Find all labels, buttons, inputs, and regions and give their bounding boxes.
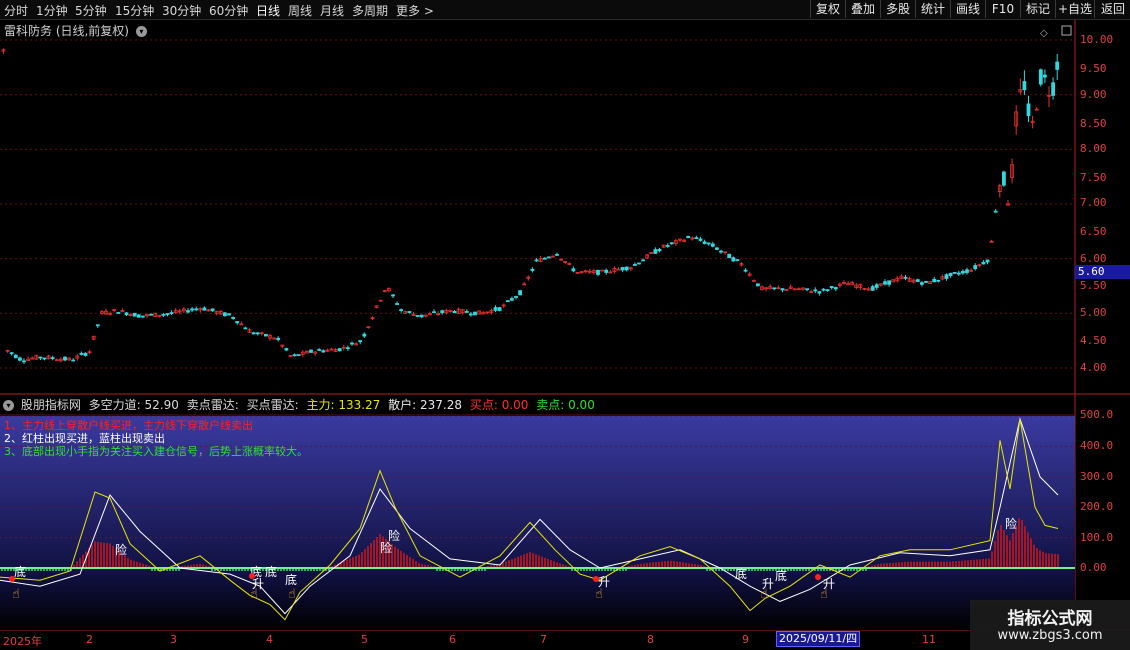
signal-label: 底 (14, 564, 26, 579)
buy-signal-dot (815, 574, 821, 580)
time-tick: 5 (361, 633, 368, 646)
chevron-down-icon[interactable]: ▾ (3, 400, 14, 411)
price-tick: 9.00 (1080, 88, 1107, 101)
price-tick: 7.00 (1080, 196, 1107, 209)
price-tick: 8.50 (1080, 117, 1107, 130)
signal-label: 底 (285, 572, 297, 587)
time-tick: 9 (742, 633, 749, 646)
signal-label: 险 (388, 528, 400, 543)
time-tick: 3 (170, 633, 177, 646)
buy-signal-dot (593, 576, 599, 582)
price-tick: 10.00 (1080, 33, 1114, 46)
price-tick: 5.00 (1080, 306, 1107, 319)
price-tick: 4.50 (1080, 334, 1107, 347)
time-tick: 7 (540, 633, 547, 646)
current-price-tag: 5.60 (1075, 265, 1130, 279)
indicator-tick: 100.0 (1080, 531, 1114, 544)
indicator-field-retail: 散户: 237.28 (388, 398, 463, 412)
buy-signal-dot (9, 576, 15, 582)
hand-pointer-icon: ☝ (12, 587, 20, 602)
indicator-tick: 400.0 (1080, 439, 1114, 452)
indicator-tick: 500.0 (1080, 408, 1114, 421)
signal-label: 底 (265, 564, 277, 579)
price-tick: 8.00 (1080, 142, 1107, 155)
indicator-tick: 0.00 (1080, 561, 1107, 574)
price-tick: 6.00 (1080, 252, 1107, 265)
watermark-title: 指标公式网 (1007, 609, 1093, 629)
signal-label: 险 (1005, 516, 1017, 531)
hand-pointer-icon: ☝ (820, 587, 828, 602)
price-tick: 9.50 (1080, 62, 1107, 75)
time-tick: 8 (647, 633, 654, 646)
indicator-field-power: 多空力道: 52.90 (88, 398, 179, 412)
price-tick: 7.50 (1080, 171, 1107, 184)
hand-pointer-icon: ☝ (250, 587, 258, 602)
time-tick: 4 (266, 633, 273, 646)
indicator-field-buy-radar: 买点雷达: (246, 398, 299, 412)
cursor-date-tag: 2025/09/11/四 (776, 631, 861, 647)
buy-signal-dot (249, 573, 255, 579)
price-tick: 4.00 (1080, 361, 1107, 374)
signal-label: 险 (115, 542, 127, 557)
hand-pointer-icon: ☝ (760, 587, 768, 602)
time-tick: 2025年 (3, 635, 42, 648)
time-tick: 2 (86, 633, 93, 646)
indicator-tick: 200.0 (1080, 500, 1114, 513)
price-tick: 5.50 (1080, 279, 1107, 292)
watermark-url: www.zbgs3.com (997, 628, 1103, 643)
indicator-field-buy-point: 买点: 0.00 (469, 398, 529, 412)
price-tick: 6.50 (1080, 225, 1107, 238)
indicator-name[interactable]: 股朋指标网 (21, 398, 81, 412)
indicator-field-main-force: 主力: 133.27 (306, 398, 381, 412)
hand-pointer-icon: ☝ (595, 587, 603, 602)
signal-label: 底 (735, 566, 747, 581)
indicator-tick: 300.0 (1080, 470, 1114, 483)
watermark: 指标公式网 www.zbgs3.com (970, 600, 1130, 650)
indicator-header: ▾ 股朋指标网 多空力道: 52.90 卖点雷达: 买点雷达: 主力: 133.… (0, 396, 1075, 414)
signal-label: 底 (775, 568, 787, 583)
time-tick: 11 (922, 633, 936, 646)
indicator-note-3: 3、底部出现小手指为关注买入建仓信号，后势上涨概率较大。 (4, 445, 308, 458)
indicator-field-sell-point: 卖点: 0.00 (536, 398, 595, 412)
time-tick: 6 (449, 633, 456, 646)
indicator-field-sell-radar: 卖点雷达: (186, 398, 239, 412)
hand-pointer-icon: ☝ (288, 587, 296, 602)
